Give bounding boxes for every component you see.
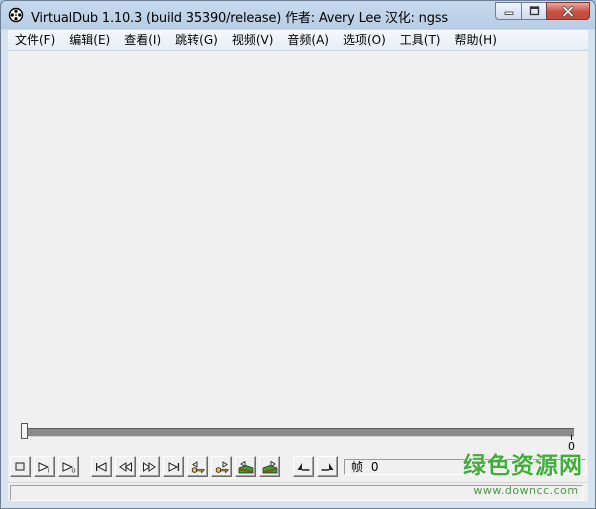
title-bar[interactable]: VirtualDub 1.10.3 (build 35390/release) …	[1, 1, 595, 30]
window-title: VirtualDub 1.10.3 (build 35390/release) …	[31, 11, 448, 26]
go-to-end-button[interactable]	[163, 456, 184, 477]
menu-help[interactable]: 帮助(H)	[447, 30, 503, 50]
close-icon	[562, 5, 574, 17]
frame-value: 0	[370, 460, 379, 474]
maximize-icon	[529, 6, 539, 16]
watermark-url: www.downcc.com	[473, 484, 579, 497]
mark-out-button[interactable]	[317, 456, 338, 477]
close-button[interactable]	[546, 2, 590, 20]
next-keyframe-button[interactable]	[211, 456, 232, 477]
timeline-slider-thumb[interactable]	[21, 423, 28, 439]
menu-edit[interactable]: 编辑(E)	[62, 30, 117, 50]
play-input-icon: I	[38, 462, 49, 474]
play-output-button[interactable]: O	[58, 456, 79, 477]
go-to-start-icon	[96, 462, 107, 472]
menu-audio[interactable]: 音频(A)	[280, 30, 336, 50]
go-to-end-icon	[168, 462, 180, 472]
menu-file[interactable]: 文件(F)	[8, 30, 62, 50]
next-frame-icon	[143, 462, 156, 472]
stop-icon	[15, 462, 25, 471]
video-pane-area: 0 I O 帧 0	[8, 51, 588, 501]
play-input-button[interactable]: I	[34, 456, 55, 477]
stop-button[interactable]	[10, 456, 31, 477]
minimize-icon	[504, 11, 513, 15]
scene-back-icon	[238, 460, 253, 473]
menu-view[interactable]: 查看(I)	[117, 30, 168, 50]
next-keyframe-icon	[215, 460, 228, 473]
svg-text:I: I	[48, 469, 49, 474]
scene-back-button[interactable]	[235, 456, 256, 477]
caption-buttons	[495, 2, 590, 21]
timeline-track[interactable]	[22, 428, 574, 437]
menu-tools[interactable]: 工具(T)	[393, 30, 448, 50]
svg-text:O: O	[72, 469, 76, 474]
app-window: VirtualDub 1.10.3 (build 35390/release) …	[0, 0, 596, 509]
menu-go[interactable]: 跳转(G)	[168, 30, 225, 50]
mark-in-icon	[297, 463, 310, 471]
timeline-end-label: 0	[568, 440, 575, 453]
scene-forward-icon	[262, 460, 277, 473]
mark-in-button[interactable]	[293, 456, 314, 477]
go-to-start-button[interactable]	[91, 456, 112, 477]
menu-bar: 文件(F) 编辑(E) 查看(I) 跳转(G) 视频(V) 音频(A) 选项(O…	[8, 30, 588, 51]
minimize-button[interactable]	[495, 2, 521, 20]
menu-options[interactable]: 选项(O)	[336, 30, 393, 50]
play-output-icon: O	[62, 462, 76, 474]
previous-keyframe-button[interactable]	[187, 456, 208, 477]
previous-keyframe-icon	[191, 460, 204, 473]
frame-label: 帧	[351, 460, 364, 474]
menu-video[interactable]: 视频(V)	[225, 30, 281, 50]
previous-frame-icon	[119, 462, 132, 472]
film-reel-icon[interactable]	[8, 7, 24, 23]
next-frame-button[interactable]	[139, 456, 160, 477]
maximize-button[interactable]	[521, 2, 546, 20]
mark-out-icon	[321, 463, 334, 471]
previous-frame-button[interactable]	[115, 456, 136, 477]
scene-forward-button[interactable]	[259, 456, 280, 477]
watermark-text: 绿色资源网	[463, 453, 583, 479]
